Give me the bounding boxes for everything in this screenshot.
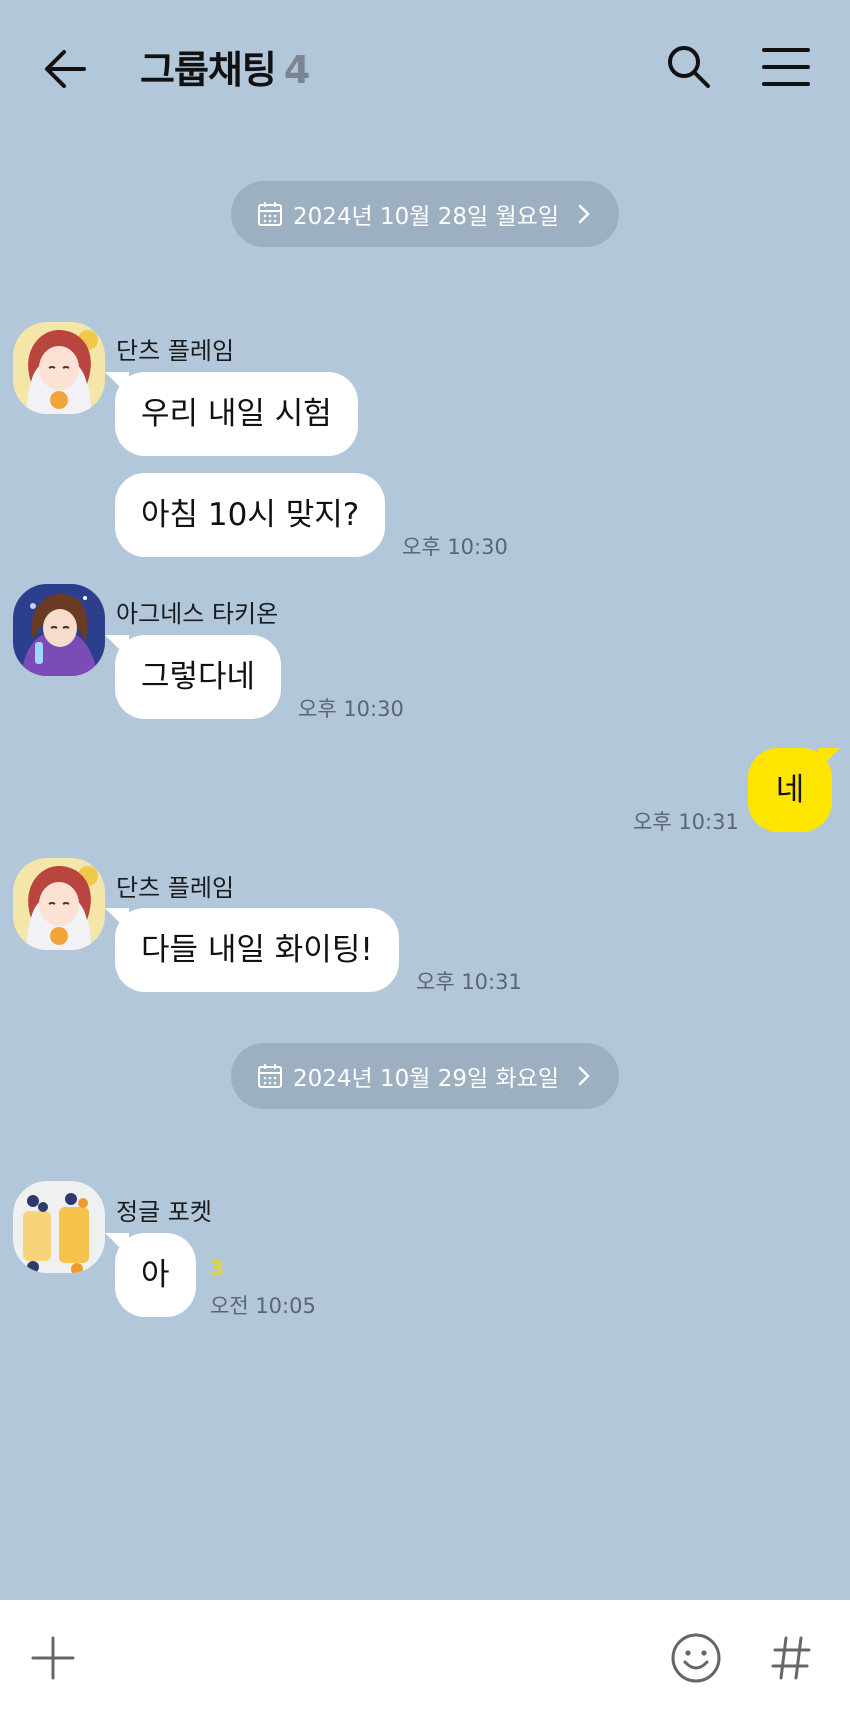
- chat-header: 그룹채팅 4: [0, 0, 850, 135]
- sender-name: 단츠 플레임: [116, 337, 235, 365]
- date-label: 2024년 10월 29일 화요일: [293, 1066, 559, 1092]
- plus-icon: [31, 1636, 75, 1680]
- date-separator[interactable]: 2024년 10월 28일 월요일: [231, 181, 619, 247]
- avatar-image: [13, 584, 105, 676]
- message-time: 오전 10:05: [210, 1294, 316, 1318]
- menu-button[interactable]: [760, 44, 812, 90]
- message-bubble[interactable]: 그렇다네: [115, 635, 282, 719]
- avatar-image: [13, 858, 105, 950]
- message-bubble[interactable]: 아: [115, 1233, 196, 1317]
- my-message-bubble[interactable]: 네: [748, 748, 832, 832]
- search-button[interactable]: [664, 42, 714, 92]
- calendar-icon: [258, 202, 283, 226]
- attach-button[interactable]: [30, 1635, 76, 1681]
- date-label: 2024년 10월 28일 월요일: [293, 204, 559, 230]
- sender-name: 정글 포켓: [116, 1198, 212, 1226]
- message-bubble[interactable]: 다들 내일 화이팅!: [115, 908, 399, 992]
- sender-name: 아그네스 타키온: [116, 600, 279, 628]
- emoji-icon: [671, 1633, 721, 1683]
- message-bubble[interactable]: 아침 10시 맞지?: [115, 473, 386, 557]
- emoji-button[interactable]: [670, 1632, 722, 1684]
- calendar-icon: [258, 1064, 283, 1088]
- chevron-right-icon: [578, 204, 590, 224]
- back-button[interactable]: [40, 44, 96, 94]
- hashtag-button[interactable]: [770, 1634, 812, 1682]
- search-icon: [668, 46, 710, 88]
- avatar[interactable]: [13, 584, 105, 676]
- avatar[interactable]: [13, 322, 105, 414]
- message-bubble[interactable]: 우리 내일 시험: [115, 372, 358, 456]
- avatar-image: [13, 322, 105, 414]
- avatar[interactable]: [13, 858, 105, 950]
- chat-title: 그룹채팅 4: [140, 44, 310, 96]
- member-count: 4: [283, 48, 310, 92]
- menu-icon: [762, 48, 810, 86]
- date-separator[interactable]: 2024년 10월 29일 화요일: [231, 1043, 619, 1109]
- unread-count: 3: [210, 1256, 224, 1280]
- message-time: 오후 10:30: [402, 535, 508, 559]
- input-bar: [0, 1600, 850, 1713]
- chevron-right-icon: [578, 1066, 590, 1086]
- room-name: 그룹채팅: [140, 48, 277, 92]
- message-time: 오후 10:31: [416, 970, 522, 994]
- message-time: 오후 10:30: [298, 697, 404, 721]
- sender-name: 단츠 플레임: [116, 874, 235, 902]
- avatar[interactable]: [13, 1181, 105, 1273]
- arrow-left-icon: [45, 50, 86, 88]
- hash-icon: [771, 1636, 811, 1680]
- avatar-image: [13, 1181, 105, 1273]
- message-time: 오후 10:31: [633, 810, 739, 834]
- chat-screen: 그룹채팅 4 2024년 10월 28일 월요일 단츠 플레임 우리 내일 시험…: [0, 0, 850, 1713]
